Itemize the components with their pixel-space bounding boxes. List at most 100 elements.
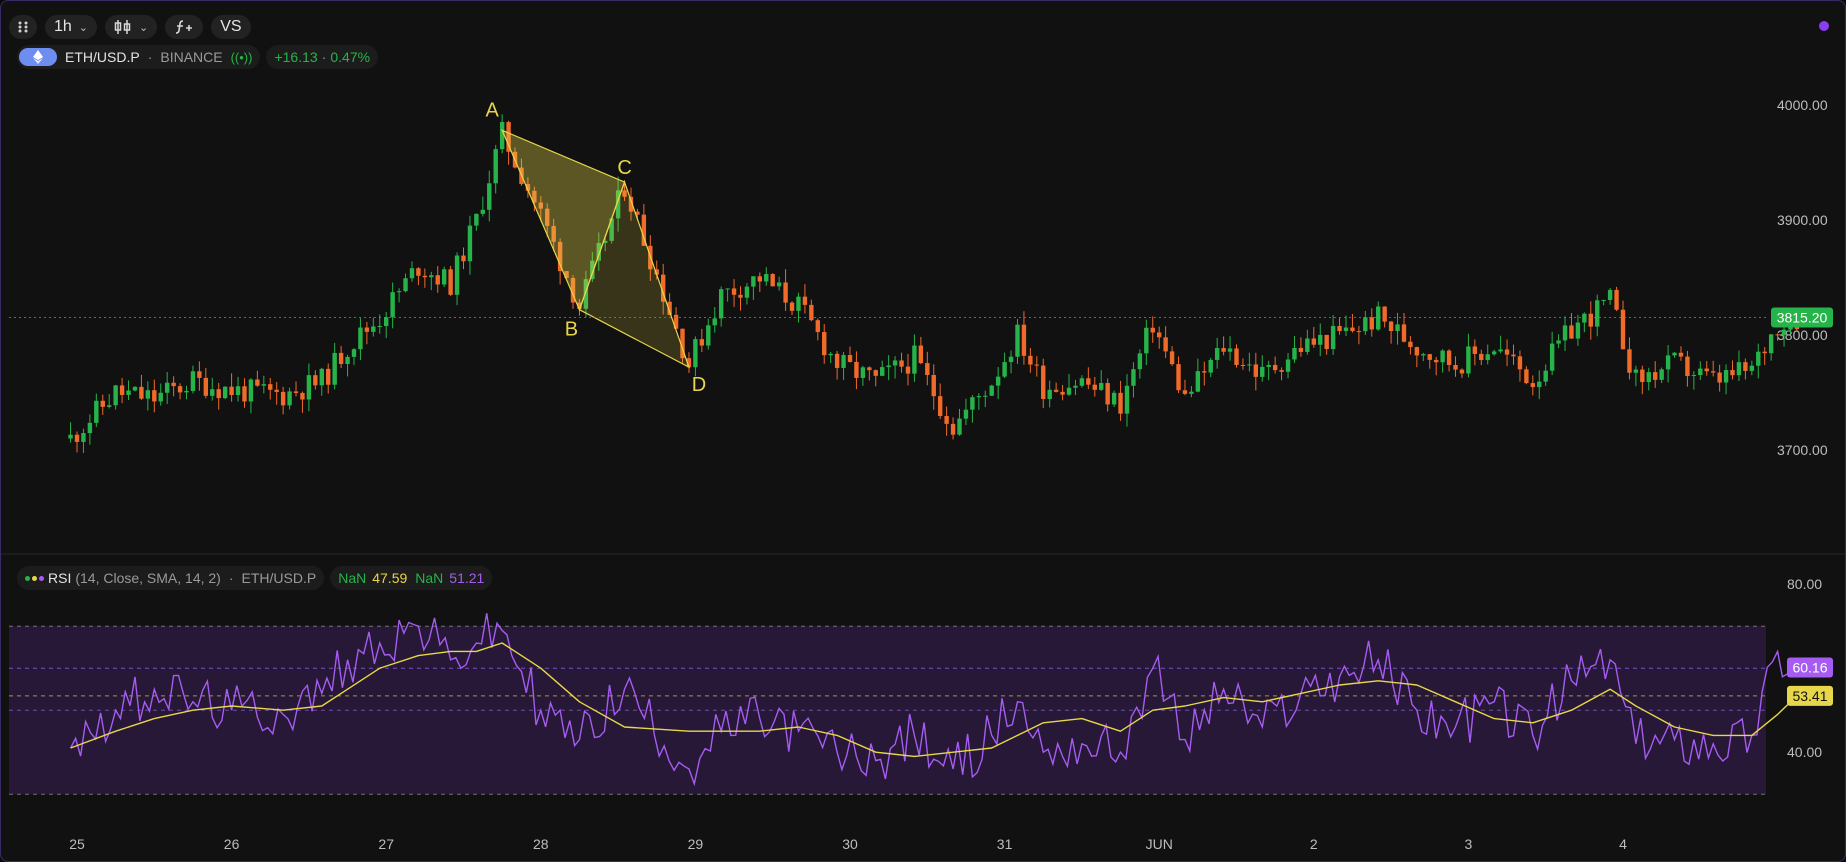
candle-body (860, 367, 866, 378)
candle-body (319, 368, 324, 386)
candle-body (1601, 299, 1606, 301)
candle-body (177, 386, 183, 393)
candle-body (693, 339, 698, 368)
candle-body (152, 390, 157, 402)
candle-body (1150, 327, 1155, 333)
candle-body (796, 296, 801, 311)
candle-body (1305, 338, 1310, 352)
candle-body (1781, 329, 1787, 336)
candle-body (1137, 353, 1143, 370)
candle-body (461, 255, 466, 262)
candle-body (435, 275, 440, 285)
candle-body (171, 382, 176, 387)
candle-body (1453, 364, 1458, 370)
candle-body (229, 386, 234, 396)
rsi-axis-label: 40.00 (1787, 744, 1822, 760)
candle-body (94, 400, 99, 423)
pattern-point-label: C (617, 157, 631, 179)
candle-body (1659, 369, 1664, 380)
candle-body (886, 365, 891, 368)
candle-body (377, 326, 382, 328)
candle-body (351, 349, 357, 357)
x-axis-label: 4 (1619, 836, 1627, 852)
candle-body (1743, 362, 1748, 371)
candle-body (1498, 349, 1503, 352)
candle-body (222, 386, 228, 399)
candle-body (132, 386, 138, 391)
candle-body (474, 213, 479, 226)
candle-body (1356, 331, 1362, 333)
candle-body (1182, 390, 1188, 394)
rsi-value-label: 60.16 (1792, 660, 1827, 676)
candle-body (68, 434, 73, 439)
rsi-axis-label: 80.00 (1787, 576, 1822, 592)
candle-body (338, 352, 344, 365)
candle-body (1324, 334, 1329, 350)
candle-body (918, 345, 924, 364)
candle-body (203, 377, 209, 396)
last-price-value: 3815.20 (1777, 310, 1828, 326)
candle-body (416, 268, 421, 276)
price-axis-label: 4000.00 (1777, 97, 1828, 113)
candle-body (1466, 346, 1471, 374)
candle-body (1620, 309, 1626, 350)
candle-body (255, 379, 260, 386)
candle-body (1202, 371, 1207, 373)
candle-body (1279, 370, 1284, 372)
candle-body (422, 275, 428, 278)
candle-body (802, 296, 808, 305)
candle-body (1421, 354, 1426, 356)
candle-body (107, 405, 112, 407)
candle-body (242, 386, 247, 402)
candle-body (1549, 343, 1555, 371)
candle-body (1723, 370, 1729, 383)
candle-body (499, 122, 505, 150)
candle-body (1704, 368, 1709, 372)
candle-body (1369, 317, 1374, 330)
candle-body (145, 390, 151, 399)
candle-body (371, 326, 376, 332)
price-axis-label: 3900.00 (1777, 212, 1828, 228)
candle-body (1144, 327, 1149, 354)
candle-body (1537, 381, 1542, 388)
x-axis-label: JUN (1146, 836, 1173, 852)
candle-body (1118, 392, 1123, 414)
candle-body (139, 386, 144, 399)
chart-canvas[interactable]: 4000.003900.003800.003700.00 80.0040.00 … (1, 1, 1845, 861)
candle-body (1427, 354, 1432, 360)
candle-body (1556, 340, 1561, 344)
candle-body (995, 376, 1001, 386)
candle-body (776, 282, 782, 287)
candle-body (403, 278, 408, 292)
candle-body (757, 276, 763, 282)
candle-body (358, 327, 363, 350)
candle-body (306, 375, 312, 400)
candle-body (87, 422, 93, 434)
candle-body (1195, 371, 1201, 392)
candle-body (1350, 327, 1355, 332)
candle-body (1762, 351, 1767, 354)
candle-body (1607, 289, 1613, 300)
candle-body (1756, 351, 1761, 366)
candle-body (409, 268, 415, 279)
candle-body (261, 384, 267, 386)
candle-body (1459, 369, 1465, 374)
candle-body (847, 355, 853, 362)
candle-body (268, 384, 273, 390)
candle-body (834, 353, 840, 368)
candle-body (1363, 317, 1368, 332)
candle-body (1124, 385, 1130, 414)
candle-body (1073, 385, 1078, 388)
candle-body (957, 418, 962, 435)
candle-body (976, 396, 982, 398)
candle-body (1479, 353, 1484, 361)
candle-body (828, 353, 833, 356)
candle-body (944, 415, 949, 424)
candle-body (480, 209, 486, 214)
candle-body (1491, 351, 1497, 355)
candle-body (899, 360, 904, 367)
candle-body (1028, 355, 1033, 365)
candle-body (1517, 356, 1523, 370)
candle-body (1524, 369, 1529, 384)
candle-body (1543, 370, 1548, 382)
